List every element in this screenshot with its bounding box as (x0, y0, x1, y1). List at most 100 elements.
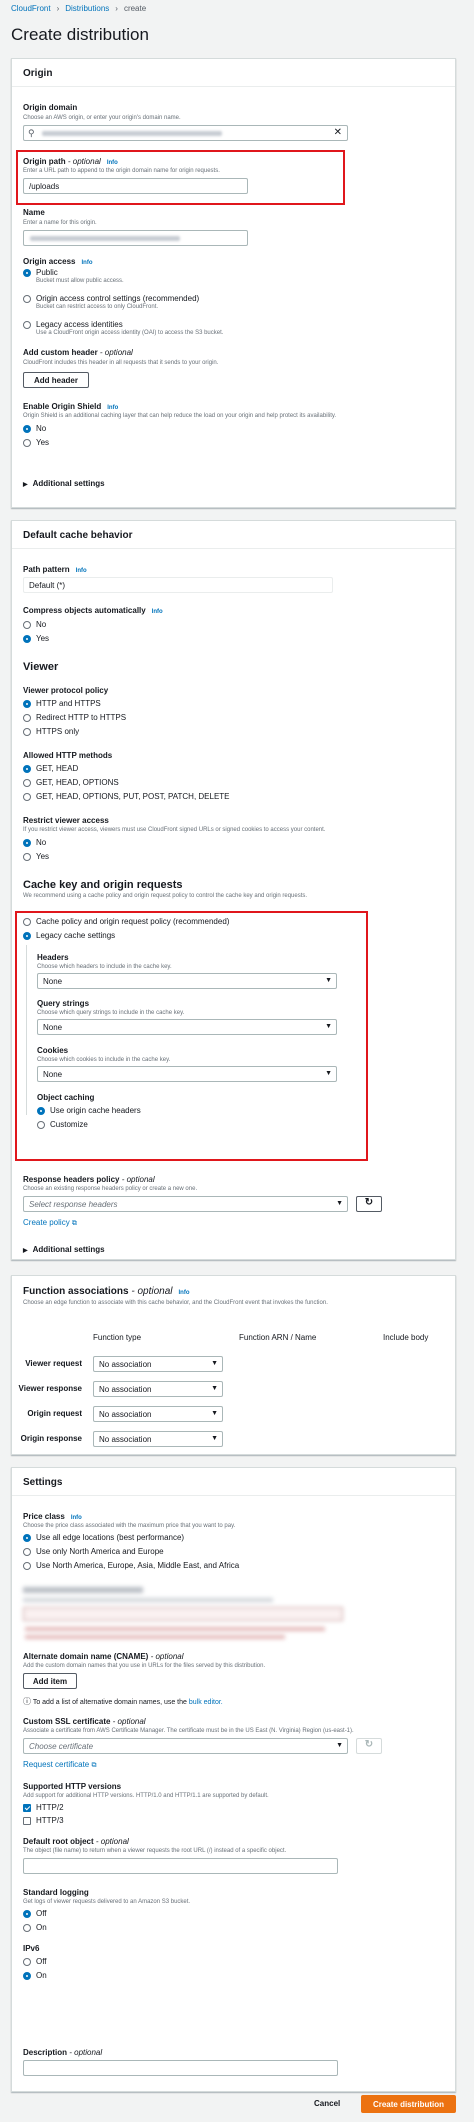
caret-down-icon: ▼ (211, 1385, 218, 1392)
breadcrumb-distributions-link[interactable]: Distributions (65, 4, 109, 13)
name-input[interactable] (23, 230, 248, 246)
response-headers-desc: Choose an existing response headers poli… (23, 1186, 198, 1192)
origin-response-label: Origin response (20, 1434, 82, 1443)
root-object-desc: The object (file name) to return when a … (23, 1848, 287, 1854)
caret-right-icon: ▶ (23, 1248, 28, 1254)
origin-request-select[interactable]: No association ▼ (93, 1406, 223, 1422)
cname-label: Alternate domain name (CNAME) - optional (23, 1652, 184, 1661)
custom-header-desc: CloudFront includes this header in all r… (23, 360, 219, 366)
cname-note: ⓘ To add a list of alternative domain na… (23, 1697, 223, 1706)
price-class-info-link[interactable]: Info (71, 1515, 82, 1521)
ssl-label: Custom SSL certificate - optional (23, 1717, 146, 1726)
info-circle-icon: ⓘ (23, 1697, 31, 1706)
caret-right-icon: ▶ (23, 482, 28, 488)
cache-key-desc: We recommend using a cache policy and or… (23, 893, 308, 899)
redacted-name (30, 236, 180, 241)
origin-shield-label: Enable Origin Shield Info (23, 402, 119, 411)
origin-panel: Origin Origin domain Choose an AWS origi… (11, 58, 456, 508)
custom-header-label: Add custom header - optional (23, 348, 133, 357)
caret-down-icon: ▼ (211, 1410, 218, 1417)
path-pattern-label: Path pattern Info (23, 565, 87, 574)
path-pattern-value: Default (*) (23, 577, 333, 593)
cname-desc: Add the custom domain names that you use… (23, 1663, 266, 1669)
description-input[interactable] (23, 2060, 338, 2076)
function-associations-title: Function associations - optional Info (23, 1286, 190, 1297)
ssl-desc: Associate a certificate from AWS Certifi… (23, 1728, 354, 1734)
settings-panel-title: Settings (12, 1468, 455, 1496)
create-distribution-button[interactable]: Create distribution (361, 2095, 456, 2113)
origin-access-label: Origin access Info (23, 257, 93, 266)
cache-additional-settings-expander[interactable]: ▶ Additional settings (23, 1245, 105, 1254)
add-item-button[interactable]: Add item (23, 1673, 77, 1689)
blurred-region (23, 1585, 353, 1645)
origin-access-info-link[interactable]: Info (81, 260, 92, 266)
viewer-response-select[interactable]: No association ▼ (93, 1381, 223, 1397)
viewer-protocol-label: Viewer protocol policy (23, 686, 109, 695)
function-associations-panel: Function associations - optional Info Cho… (11, 1275, 456, 1455)
bulk-editor-link[interactable]: bulk editor. (189, 1699, 223, 1706)
cache-key-heading: Cache key and origin requests (23, 879, 183, 891)
name-desc: Enter a name for this origin. (23, 220, 97, 226)
ipv6-label: IPv6 (23, 1944, 40, 1953)
origin-panel-title: Origin (12, 59, 455, 87)
page-title: Create distribution (11, 25, 149, 44)
function-associations-desc: Choose an edge function to associate wit… (23, 1300, 328, 1306)
origin-shield-info-link[interactable]: Info (107, 405, 118, 411)
origin-domain-input[interactable]: ⚲ ✕ (23, 125, 348, 141)
breadcrumb-current: create (123, 4, 147, 13)
ssl-refresh-button[interactable]: ↻ (356, 1738, 382, 1754)
col-function-arn: Function ARN / Name (239, 1333, 317, 1342)
root-object-input[interactable] (23, 1858, 338, 1874)
http-versions-label: Supported HTTP versions (23, 1782, 122, 1791)
compress-info-link[interactable]: Info (152, 609, 163, 615)
function-associations-info-link[interactable]: Info (179, 1290, 190, 1296)
highlight-origin-path (16, 150, 345, 205)
price-class-label: Price class Info (23, 1512, 82, 1521)
clear-icon[interactable]: ✕ (334, 127, 342, 138)
origin-response-select[interactable]: No association ▼ (93, 1431, 223, 1447)
search-icon: ⚲ (28, 128, 35, 138)
viewer-request-select[interactable]: No association ▼ (93, 1356, 223, 1372)
logging-label: Standard logging (23, 1888, 89, 1897)
http-versions-desc: Add support for additional HTTP versions… (23, 1793, 269, 1799)
viewer-request-label: Viewer request (25, 1359, 82, 1368)
restrict-viewer-label: Restrict viewer access (23, 816, 109, 825)
breadcrumb: CloudFront › Distributions › create (11, 4, 146, 13)
price-class-desc: Choose the price class associated with t… (23, 1523, 236, 1529)
response-headers-label: Response headers policy - optional (23, 1175, 155, 1184)
cancel-button[interactable]: Cancel (314, 2099, 340, 2108)
highlight-legacy-cache (15, 911, 368, 1161)
caret-down-icon: ▼ (336, 1200, 343, 1207)
caret-down-icon: ▼ (211, 1360, 218, 1367)
ssl-select[interactable]: Choose certificate ▼ (23, 1738, 348, 1754)
chevron-right-icon: › (56, 4, 60, 13)
root-object-label: Default root object - optional (23, 1837, 129, 1846)
add-header-button[interactable]: Add header (23, 372, 89, 388)
external-link-icon: ⧉ (71, 1220, 77, 1227)
origin-request-label: Origin request (27, 1409, 82, 1418)
col-include-body: Include body (383, 1333, 429, 1342)
description-label: Description - optional (23, 2048, 103, 2057)
external-link-icon: ⧉ (91, 1762, 97, 1769)
chevron-right-icon: › (115, 4, 118, 13)
viewer-heading: Viewer (23, 661, 59, 673)
refresh-icon: ↻ (364, 1197, 374, 1208)
refresh-button[interactable]: ↻ (356, 1196, 382, 1212)
request-certificate-link[interactable]: Request certificate ⧉ (23, 1760, 97, 1770)
path-pattern-info-link[interactable]: Info (76, 568, 87, 574)
refresh-icon: ↻ (364, 1739, 374, 1750)
origin-domain-label: Origin domain (23, 103, 78, 112)
origin-domain-desc: Choose an AWS origin, or enter your orig… (23, 115, 181, 121)
response-headers-select[interactable]: Select response headers ▼ (23, 1196, 348, 1212)
allowed-methods-label: Allowed HTTP methods (23, 751, 113, 760)
cache-behavior-panel-title: Default cache behavior (12, 521, 455, 549)
caret-down-icon: ▼ (211, 1435, 218, 1442)
name-label: Name (23, 208, 45, 217)
breadcrumb-cloudfront-link[interactable]: CloudFront (11, 4, 51, 13)
col-function-type: Function type (93, 1333, 142, 1342)
settings-panel: Settings Price class Info Choose the pric… (11, 1467, 456, 2092)
create-policy-link[interactable]: Create policy ⧉ (23, 1218, 77, 1228)
origin-additional-settings-expander[interactable]: ▶ Additional settings (23, 479, 105, 488)
redacted-domain (42, 131, 222, 136)
viewer-response-label: Viewer response (18, 1384, 82, 1393)
